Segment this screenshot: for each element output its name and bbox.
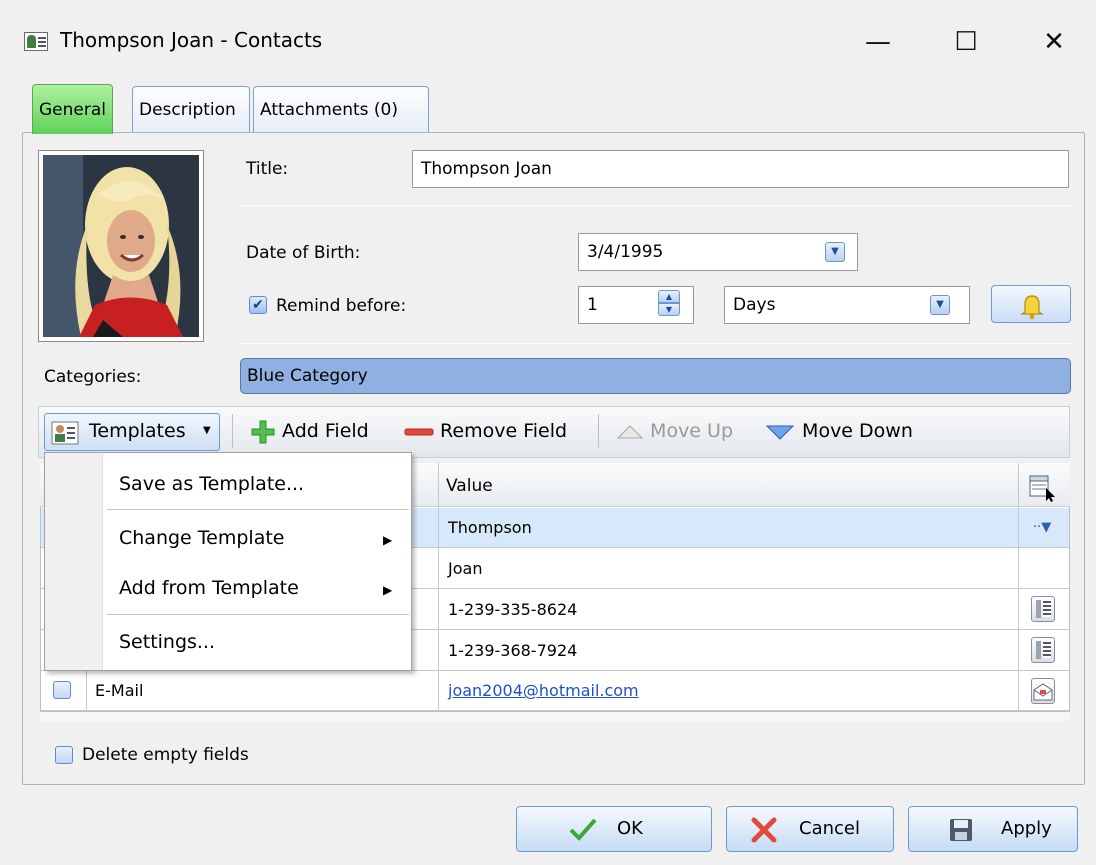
remove-field-label: Remove Field bbox=[440, 420, 568, 442]
toolbar-separator bbox=[598, 414, 599, 448]
mail-glyph bbox=[1033, 683, 1053, 701]
dob-label: Date of Birth: bbox=[246, 243, 361, 263]
move-up-label: Move Up bbox=[650, 420, 734, 442]
categories-field[interactable]: Blue Category bbox=[240, 358, 1071, 394]
ok-button[interactable]: OK bbox=[516, 806, 712, 852]
bell-icon bbox=[1020, 295, 1044, 320]
menu-item-add-from-template[interactable]: Add from Template bbox=[119, 577, 299, 599]
email-link[interactable]: joan2004@hotmail.com bbox=[448, 671, 639, 711]
checkmark-icon: ✔ bbox=[252, 297, 264, 313]
close-button[interactable]: ✕ bbox=[1034, 22, 1074, 62]
contacts-app-icon bbox=[24, 32, 48, 51]
move-down-button[interactable]: Move Down bbox=[764, 406, 913, 456]
templates-menu: Save as Template... Change Template ▶ Ad… bbox=[44, 452, 412, 671]
contact-photo[interactable] bbox=[38, 150, 204, 342]
arrow-down-icon bbox=[765, 425, 795, 440]
minimize-button[interactable]: — bbox=[858, 22, 898, 62]
separator bbox=[238, 343, 1071, 344]
grid-divider bbox=[1018, 463, 1019, 711]
tab-attachments[interactable]: Attachments (0) bbox=[253, 86, 429, 132]
spin-down-icon[interactable]: ▼ bbox=[658, 303, 680, 316]
floppy-disk-icon bbox=[950, 819, 972, 841]
dropdown-dots-icon[interactable]: ··▼ bbox=[1033, 508, 1051, 548]
separator bbox=[238, 205, 1071, 206]
chevron-down-icon: ▼ bbox=[936, 299, 944, 310]
add-field-button[interactable]: Add Field bbox=[250, 406, 369, 456]
apply-button[interactable]: Apply bbox=[908, 806, 1078, 852]
toolbar-separator bbox=[232, 414, 233, 448]
title-bar: Thompson Joan - Contacts — ☐ ✕ bbox=[0, 0, 1096, 84]
maximize-button[interactable]: ☐ bbox=[946, 22, 986, 62]
title-label: Title: bbox=[246, 159, 289, 179]
title-input[interactable]: Thompson Joan bbox=[412, 150, 1069, 188]
plus-icon bbox=[251, 420, 275, 443]
delete-empty-checkbox[interactable] bbox=[55, 746, 73, 764]
ok-label: OK bbox=[617, 818, 643, 839]
phone-icon[interactable] bbox=[1031, 637, 1055, 663]
submenu-arrow-icon: ▶ bbox=[383, 533, 393, 547]
arrow-up-icon bbox=[616, 424, 644, 438]
remind-label: Remind before: bbox=[276, 296, 407, 316]
cancel-button[interactable]: Cancel bbox=[726, 806, 894, 852]
row-value[interactable]: 1-239-368-7924 bbox=[448, 631, 577, 671]
tab-general[interactable]: General bbox=[32, 84, 113, 134]
minus-icon bbox=[404, 428, 434, 435]
spin-up-icon[interactable]: ▲ bbox=[658, 290, 680, 303]
add-field-label: Add Field bbox=[282, 420, 369, 442]
reminder-bell-button[interactable] bbox=[991, 285, 1071, 323]
apply-label: Apply bbox=[1001, 818, 1052, 839]
remind-unit-value: Days bbox=[733, 295, 776, 315]
delete-empty-label: Delete empty fields bbox=[82, 745, 249, 765]
grid-divider bbox=[438, 463, 439, 711]
menu-gutter bbox=[45, 453, 103, 670]
remind-value: 1 bbox=[587, 295, 598, 315]
templates-button[interactable]: Templates ▼ bbox=[44, 413, 220, 451]
row-name[interactable]: E-Mail bbox=[95, 671, 143, 711]
menu-separator bbox=[107, 509, 409, 510]
tab-description[interactable]: Description bbox=[132, 86, 250, 132]
menu-separator bbox=[107, 614, 409, 615]
mail-icon[interactable] bbox=[1031, 678, 1055, 704]
categories-label: Categories: bbox=[44, 367, 142, 387]
table-row[interactable]: E-Mail joan2004@hotmail.com bbox=[41, 671, 1069, 711]
column-chooser-button[interactable] bbox=[1028, 474, 1056, 502]
menu-item-change-template[interactable]: Change Template bbox=[119, 527, 284, 549]
column-chooser-icon bbox=[1029, 475, 1055, 502]
row-checkbox[interactable] bbox=[53, 681, 71, 699]
dob-input[interactable]: 3/4/1995 bbox=[578, 233, 858, 271]
row-value[interactable]: Joan bbox=[448, 549, 482, 589]
value-column-header[interactable]: Value bbox=[446, 476, 493, 496]
submenu-arrow-icon: ▶ bbox=[383, 583, 393, 597]
move-down-label: Move Down bbox=[802, 420, 913, 442]
window-title: Thompson Joan - Contacts bbox=[60, 28, 323, 52]
remind-spinner[interactable]: ▲ ▼ bbox=[652, 286, 686, 322]
remind-unit-dropdown-button[interactable]: ▼ bbox=[930, 295, 950, 315]
chevron-down-icon: ▼ bbox=[203, 425, 211, 436]
x-cross-icon bbox=[751, 817, 777, 843]
row-value[interactable]: 1-239-335-8624 bbox=[448, 590, 577, 630]
grid-divider bbox=[86, 671, 87, 711]
phone-icon[interactable] bbox=[1031, 596, 1055, 622]
grid-footer bbox=[40, 711, 1070, 721]
menu-item-settings[interactable]: Settings... bbox=[119, 631, 215, 653]
cancel-label: Cancel bbox=[799, 818, 860, 839]
row-value[interactable]: Thompson bbox=[448, 508, 532, 548]
checkmark-icon bbox=[569, 818, 597, 841]
remind-checkbox[interactable]: ✔ bbox=[249, 296, 267, 314]
move-up-button[interactable]: Move Up bbox=[616, 406, 733, 456]
chevron-down-icon: ▼ bbox=[831, 246, 839, 257]
menu-item-save-as-template[interactable]: Save as Template... bbox=[119, 473, 304, 495]
photo-image bbox=[43, 155, 199, 337]
templates-label: Templates bbox=[89, 420, 186, 442]
dob-value: 3/4/1995 bbox=[587, 242, 664, 262]
dob-dropdown-button[interactable]: ▼ bbox=[825, 242, 845, 262]
template-card-icon bbox=[51, 421, 79, 445]
remove-field-button[interactable]: Remove Field bbox=[404, 406, 567, 456]
